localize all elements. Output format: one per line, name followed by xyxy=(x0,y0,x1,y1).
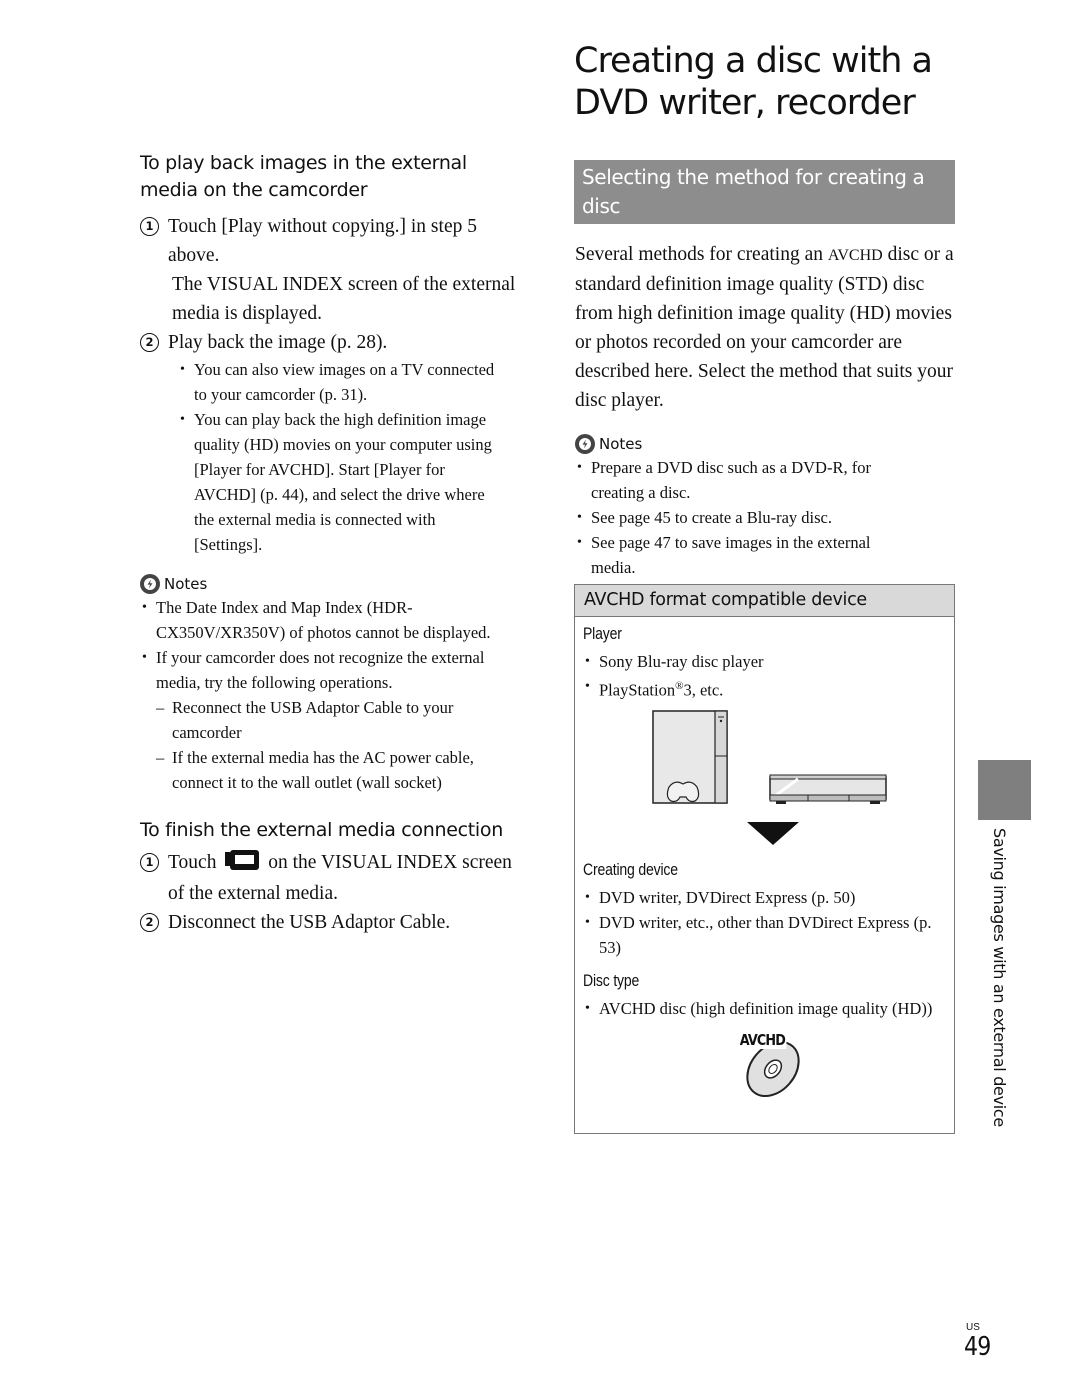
step-suffix: on the VISUAL INDEX screen of the extern… xyxy=(168,852,512,904)
page-title: Creating a disc with a DVD writer, recor… xyxy=(574,41,933,123)
intro-block: Several methods for creating an AVCHD di… xyxy=(575,240,960,580)
bluray-player-icon xyxy=(769,774,887,804)
player-list: Sony Blu-ray disc player PlayStation®3, … xyxy=(583,649,946,703)
intro-text-rest: disc or a standard definition image qual… xyxy=(575,244,954,411)
notes-heading: Notes xyxy=(140,573,530,595)
left-column: To play back images in the external medi… xyxy=(140,150,530,937)
camcorder-mode-icon[interactable] xyxy=(225,850,260,879)
creating-device-list: DVD writer, DVDirect Express (p. 50) DVD… xyxy=(583,885,933,960)
avchd-disc-logo-icon: AVCHD xyxy=(735,1029,815,1099)
avchd-compatible-device-box: AVCHD format compatible device Player So… xyxy=(574,584,955,1134)
creating-device-label: Creating device xyxy=(583,860,678,879)
chapter-tab xyxy=(978,760,1031,820)
step-number-2: 2 xyxy=(140,913,159,932)
creating-device-item: DVD writer, DVDirect Express (p. 50) xyxy=(583,885,933,910)
box-heading: AVCHD format compatible device xyxy=(575,585,954,617)
avchd-logo-text: AVCHD xyxy=(738,1030,787,1049)
disc-type-label: Disc type xyxy=(583,971,640,990)
note-subitem: Reconnect the USB Adaptor Cable to your … xyxy=(156,695,522,745)
notes-caution-icon xyxy=(140,574,160,594)
page-number: 49 xyxy=(964,1332,991,1362)
step-number-2: 2 xyxy=(140,333,159,352)
notes-list: The Date Index and Map Index (HDR-CX350V… xyxy=(140,595,520,695)
tip-item: You can also view images on a TV connect… xyxy=(178,357,498,407)
intro-text: Several methods for creating an xyxy=(575,244,828,265)
intro-avchd: AVCHD xyxy=(827,247,883,264)
note-item: See page 47 to save images in the extern… xyxy=(575,530,915,580)
notes-sublist: Reconnect the USB Adaptor Cable to your … xyxy=(156,695,522,795)
intro-paragraph: Several methods for creating an AVCHD di… xyxy=(575,240,960,415)
step-text: Disconnect the USB Adaptor Cable. xyxy=(168,912,451,933)
tip-item: You can play back the high definition im… xyxy=(178,407,498,557)
notes-label: Notes xyxy=(599,435,643,453)
playback-heading: To play back images in the external medi… xyxy=(140,152,467,201)
ps3-console-icon xyxy=(652,709,728,804)
note-item: Prepare a DVD disc such as a DVD-R, for … xyxy=(575,455,915,505)
finish-heading: To finish the external media connection xyxy=(140,819,503,841)
finish-step-2: 2 Disconnect the USB Adaptor Cable. xyxy=(140,908,530,937)
section-heading: Selecting the method for creating a disc xyxy=(574,160,955,224)
down-arrow-icon xyxy=(747,821,799,845)
player-item: PlayStation®3, etc. xyxy=(583,674,946,703)
step-1-result: The VISUAL INDEX screen of the external … xyxy=(172,274,516,324)
player-devices-illustration xyxy=(652,709,887,845)
note-item: The Date Index and Map Index (HDR-CX350V… xyxy=(140,595,520,645)
notes-label: Notes xyxy=(164,575,208,593)
note-item: See page 45 to create a Blu-ray disc. xyxy=(575,505,915,530)
chapter-tab-label: Saving images with an external device xyxy=(990,828,1009,1127)
disc-type-item: AVCHD disc (high definition image qualit… xyxy=(583,996,938,1021)
step-number-1: 1 xyxy=(140,853,159,872)
notes-list: Prepare a DVD disc such as a DVD-R, for … xyxy=(575,455,915,580)
creating-device-item: DVD writer, etc., other than DVDirect Ex… xyxy=(583,910,933,960)
step-prefix: Touch xyxy=(168,852,217,873)
notes-heading: Notes xyxy=(575,433,960,455)
step-text: Touch [Play without copying.] in step 5 … xyxy=(168,216,477,266)
disc-type-list: AVCHD disc (high definition image qualit… xyxy=(583,996,938,1021)
note-item: If your camcorder does not recognize the… xyxy=(140,645,520,695)
step-number-1: 1 xyxy=(140,217,159,236)
player-label: Player xyxy=(583,625,622,643)
finish-step-1: 1 Touch on the VISUAL INDEX screen of th… xyxy=(140,848,530,908)
step-text: Play back the image (p. 28). xyxy=(168,332,388,353)
playback-tips: You can also view images on a TV connect… xyxy=(178,357,498,557)
playback-step-1: 1 Touch [Play without copying.] in step … xyxy=(140,212,530,270)
notes-caution-icon xyxy=(575,434,595,454)
playback-step-2: 2 Play back the image (p. 28). xyxy=(140,328,530,357)
player-item: Sony Blu-ray disc player xyxy=(583,649,946,674)
note-subitem: If the external media has the AC power c… xyxy=(156,745,522,795)
